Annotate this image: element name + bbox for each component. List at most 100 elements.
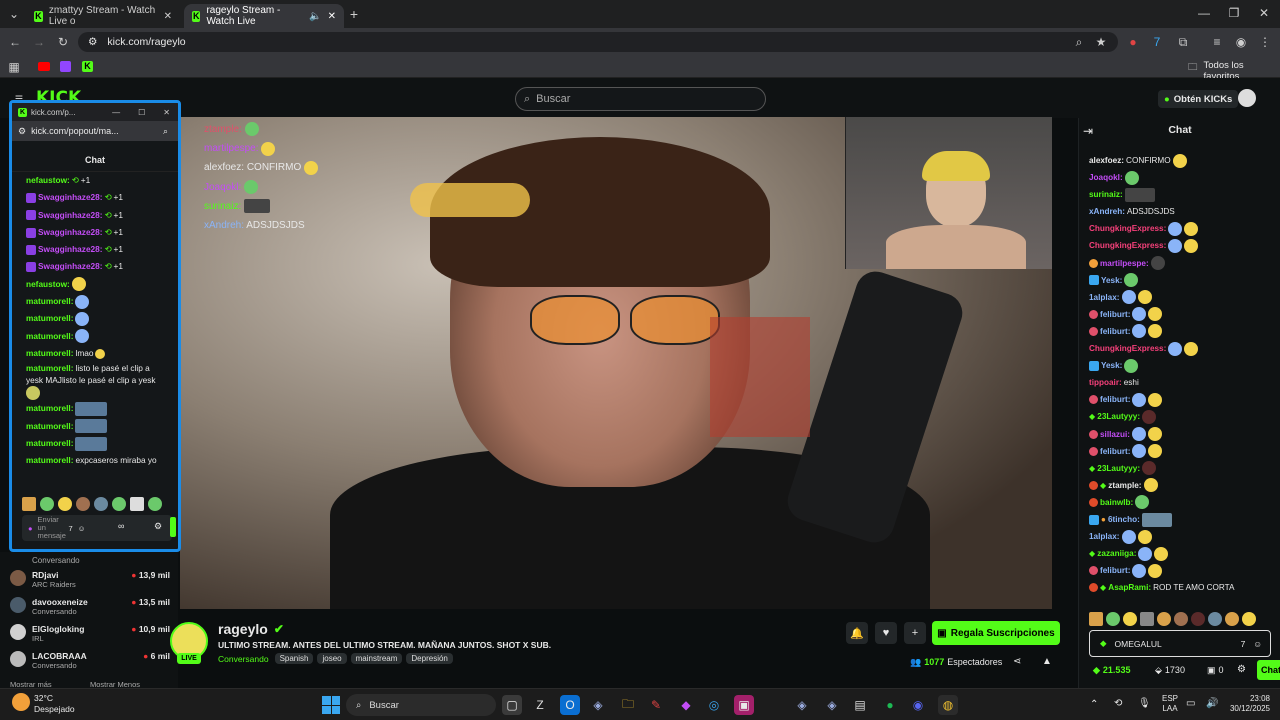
infinity-icon[interactable]: ∞ [118,521,124,531]
get-kicks-button[interactable]: ● Obtén KICKs [1158,90,1239,108]
sidebar-channel-davooxeneize[interactable]: davooxeneize Conversando ● 13,5 mil [10,597,170,624]
chat-username[interactable]: surinaiz: [1089,186,1123,203]
extension-7tv-icon[interactable]: 7 [1150,35,1164,49]
stream-tag[interactable]: Spanish [274,653,314,664]
chat-username[interactable]: Swagginhaze28: [38,189,103,206]
maximize-icon[interactable]: ☐ [138,108,145,117]
app-red-icon[interactable]: ✎ [646,695,666,715]
close-icon[interactable]: ✕ [163,108,170,117]
emoji-icon[interactable]: ☺ [78,524,86,533]
emote-icon[interactable] [1140,612,1154,626]
twitch-icon[interactable] [60,61,71,72]
speaker-icon[interactable]: 🔈 [309,11,321,22]
menu-icon[interactable]: ⋮ [1258,35,1272,49]
app-white-icon[interactable]: ▤ [850,695,870,715]
emote-icon[interactable] [112,497,126,511]
chat-username[interactable]: 1alplax: [1089,528,1120,545]
profile-icon[interactable]: ◉ [1234,35,1248,49]
chat-username[interactable]: xAndreh: [1089,203,1125,220]
gear-icon[interactable]: ⚙ [1237,664,1246,675]
notifications-button[interactable]: 🔔 [846,622,868,644]
minimize-icon[interactable]: — [112,108,120,117]
close-icon[interactable]: ✕ [164,11,172,22]
chat-username[interactable]: ChungkingExpress: [1089,237,1166,254]
app-zz-icon[interactable]: Z [530,695,550,715]
bookmark-star-icon[interactable]: ★ [1094,35,1108,49]
browser-tab-2[interactable]: K rageylo Stream - Watch Live 🔈 ✕ [184,4,344,28]
7tv-icon[interactable]: 7 [69,524,73,533]
chat-username[interactable]: matumorell: [26,400,73,417]
chat-username[interactable]: matumorell: [26,435,73,452]
chat-username[interactable]: tippoair: [1089,374,1122,391]
chat-username[interactable]: matumorell: [26,310,73,327]
chat-username[interactable]: matumorell: [26,452,73,469]
chat-username[interactable]: Swagginhaze28: [38,207,103,224]
report-icon[interactable]: ▲ [1042,656,1052,667]
gear-icon[interactable]: ⚙ [154,521,162,532]
kicks-balance[interactable]: ◆ 21.535 [1093,665,1130,676]
clock[interactable]: 23:08 30/12/2025 [1222,694,1270,714]
taskbar-search[interactable]: ⌕ Buscar [346,694,496,716]
discord-icon[interactable]: ◉ [908,695,928,715]
emote-icon[interactable] [22,497,36,511]
chat-username[interactable]: 23Lautyyy: [1097,460,1140,477]
copilot-icon[interactable]: ◆ [676,695,696,715]
subscribe-button[interactable]: + [904,622,926,644]
explorer-icon[interactable]: 🗀 [618,695,638,715]
reload-icon[interactable]: ↻ [56,35,70,49]
minimize-icon[interactable]: — [1196,6,1212,20]
chat-username[interactable]: Swagginhaze28: [38,258,103,275]
media-icon[interactable]: ≡ [1210,35,1224,49]
close-icon[interactable]: ✕ [328,11,336,22]
sidebar-channel-rdjavi[interactable]: RDjavi ARC Raiders ● 13,9 mil [10,570,170,597]
back-icon[interactable]: ← [8,35,22,49]
emote-icon[interactable] [1123,612,1137,626]
zoom-icon[interactable]: ⌕ [1072,35,1086,50]
chat-username[interactable]: feliburt: [1100,323,1130,340]
stream-tag[interactable]: joseo [317,653,347,664]
weather-widget[interactable]: 32°C Despejado [34,693,75,715]
tray-volume-icon[interactable]: 🔊 [1206,698,1218,709]
weather-icon[interactable] [12,693,30,711]
extension-icon[interactable]: ● [1126,35,1140,49]
emote-icon[interactable] [130,497,144,511]
emote-icon[interactable] [94,497,108,511]
emote-icon[interactable] [1225,612,1239,626]
new-tab-icon[interactable]: + [346,6,362,22]
chat-username[interactable]: feliburt: [1100,562,1130,579]
chat-username[interactable]: feliburt: [1100,391,1130,408]
kick-bookmark-icon[interactable]: K [82,61,93,72]
chat-username[interactable]: ChungkingExpress: [1089,340,1166,357]
chat-username[interactable]: nefaustow: [26,172,70,189]
mic-icon[interactable]: ● [28,524,33,533]
task-view-icon[interactable]: ▢ [502,695,522,715]
emote-icon[interactable] [1208,612,1222,626]
chat-username[interactable]: AsapRami: [1108,579,1151,596]
close-window-icon[interactable]: ✕ [1256,6,1272,20]
emote-icon[interactable] [1157,612,1171,626]
chat-username[interactable]: matumorell: [26,328,73,345]
edge-icon[interactable]: ◎ [704,695,724,715]
popout-chat-window[interactable]: K kick.com/p... — ☐ ✕ ⚙ kick.com/popout/… [9,100,181,552]
maximize-icon[interactable]: ❐ [1226,6,1242,20]
chat-username[interactable]: nefaustow: [26,276,70,293]
chat-username[interactable]: zazaniiga: [1097,545,1136,562]
emote-icon[interactable] [1089,612,1103,626]
chrome-icon[interactable]: ◍ [938,695,958,715]
channel-points[interactable]: ⬙ 1730 [1155,665,1185,676]
tray-chevron-icon[interactable]: ⌃ [1090,699,1098,710]
share-icon[interactable]: ⋖ [1013,656,1021,667]
chat-message-input[interactable]: ◆ OMEGALUL 7 ☺ [1089,630,1271,657]
streamer-name[interactable]: rageylo [218,621,268,637]
emote-icon[interactable] [58,497,72,511]
7tv-icon[interactable]: 7 [1241,639,1246,649]
chat-username[interactable]: ztample: [1108,477,1141,494]
apps-icon[interactable]: ▦ [8,60,20,74]
start-button[interactable] [322,696,340,714]
tray-sync-icon[interactable]: ⟲ [1114,698,1122,709]
site-search-input[interactable]: ⌕ Buscar [515,87,766,111]
stream-category[interactable]: Conversando [218,654,269,664]
follow-button[interactable]: ♥ [875,622,897,644]
chat-username[interactable]: feliburt: [1100,443,1130,460]
send-button[interactable] [170,517,176,537]
